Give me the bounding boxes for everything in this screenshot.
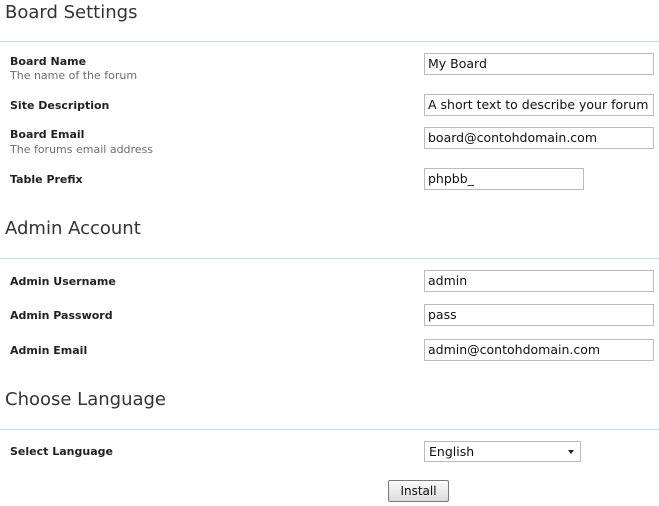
choose-language-heading: Choose Language — [5, 389, 167, 410]
language-selected-value: English — [429, 444, 475, 459]
admin-username-label: Admin Username — [10, 275, 116, 288]
table-prefix-input[interactable]: phpbb_ — [424, 168, 584, 190]
admin-username-input[interactable]: admin — [424, 270, 654, 292]
board-name-hint: The name of the forum — [10, 69, 138, 82]
board-name-label: Board Name — [10, 55, 87, 68]
board-name-input[interactable]: My Board — [424, 53, 654, 75]
admin-password-input[interactable]: pass — [424, 304, 654, 326]
board-settings-heading: Board Settings — [5, 2, 138, 23]
board-email-input[interactable]: board@contohdomain.com — [424, 127, 654, 149]
board-email-hint: The forums email address — [10, 143, 154, 156]
site-description-label: Site Description — [10, 99, 110, 112]
admin-email-label: Admin Email — [10, 344, 88, 357]
install-form: Board Settings Board Name The name of th… — [0, 0, 659, 506]
site-description-input[interactable]: A short text to describe your forum — [424, 94, 654, 116]
admin-password-label: Admin Password — [10, 309, 113, 322]
select-language-label: Select Language — [10, 445, 113, 458]
admin-account-heading: Admin Account — [5, 218, 141, 239]
section-divider — [0, 41, 659, 42]
section-divider — [0, 429, 659, 430]
chevron-down-icon — [568, 450, 574, 454]
section-divider — [0, 258, 659, 259]
table-prefix-label: Table Prefix — [10, 173, 83, 186]
admin-email-input[interactable]: admin@contohdomain.com — [424, 339, 654, 361]
board-email-label: Board Email — [10, 128, 85, 141]
language-select[interactable]: English — [424, 441, 581, 462]
install-button[interactable]: Install — [388, 480, 449, 502]
